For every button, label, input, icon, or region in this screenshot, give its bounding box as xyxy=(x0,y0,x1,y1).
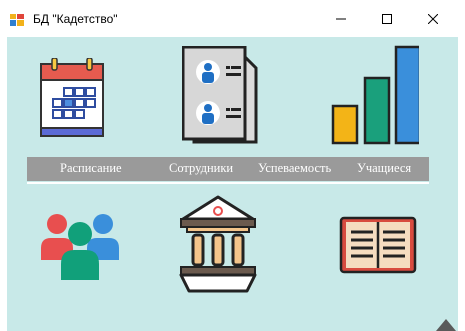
people-group-icon[interactable] xyxy=(41,212,119,280)
students-label[interactable]: Учащиеся xyxy=(357,161,411,176)
staff-cards-icon[interactable] xyxy=(182,46,262,146)
label-divider xyxy=(27,182,429,184)
close-icon xyxy=(428,13,438,24)
institution-building-icon[interactable] xyxy=(179,195,257,295)
maximize-button[interactable] xyxy=(372,6,402,31)
open-book-icon[interactable] xyxy=(339,216,417,274)
minimize-icon xyxy=(336,18,346,19)
window-title: БД "Кадетство" xyxy=(33,12,118,26)
minimize-button[interactable] xyxy=(326,6,356,31)
app-icon xyxy=(10,14,24,26)
section-label-bar: Расписание Сотрудники Успеваемость Учащи… xyxy=(27,157,429,181)
close-button[interactable] xyxy=(418,6,448,31)
staff-label[interactable]: Сотрудники xyxy=(169,161,233,176)
performance-label[interactable]: Успеваемость xyxy=(258,161,331,176)
schedule-label[interactable]: Расписание xyxy=(60,161,122,176)
calendar-icon[interactable] xyxy=(39,58,105,138)
diamond-icon xyxy=(436,319,456,331)
title-bar: БД "Кадетство" xyxy=(0,0,465,37)
main-panel: Расписание Сотрудники Успеваемость Учащи… xyxy=(7,37,458,331)
bar-chart-icon[interactable] xyxy=(331,45,419,145)
maximize-icon xyxy=(382,13,392,24)
